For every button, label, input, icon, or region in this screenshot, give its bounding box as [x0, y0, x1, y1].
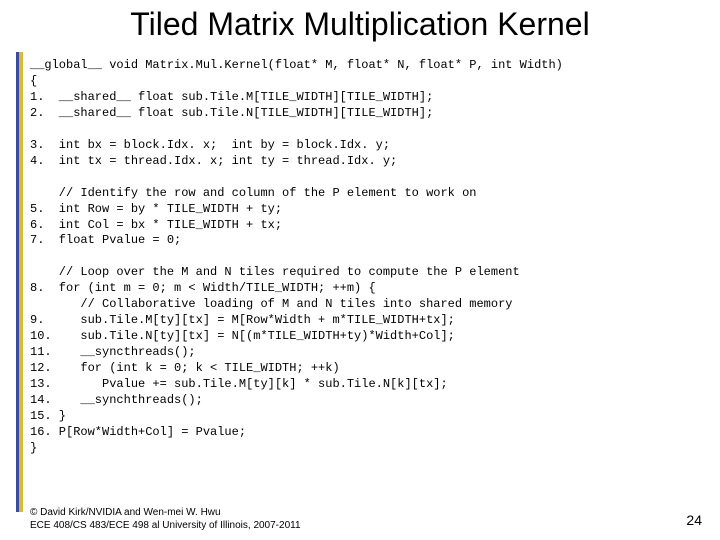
- slide-title: Tiled Matrix Multiplication Kernel: [0, 6, 720, 43]
- code-listing: __global__ void Matrix.Mul.Kernel(float*…: [30, 58, 706, 457]
- copyright-footer: © David Kirk/NVIDIA and Wen-mei W. Hwu E…: [30, 507, 301, 532]
- accent-bar: [16, 52, 23, 512]
- footer-line-2: ECE 408/CS 483/ECE 498 al University of …: [30, 520, 301, 533]
- footer-line-1: © David Kirk/NVIDIA and Wen-mei W. Hwu: [30, 507, 301, 520]
- page-number: 24: [686, 512, 702, 528]
